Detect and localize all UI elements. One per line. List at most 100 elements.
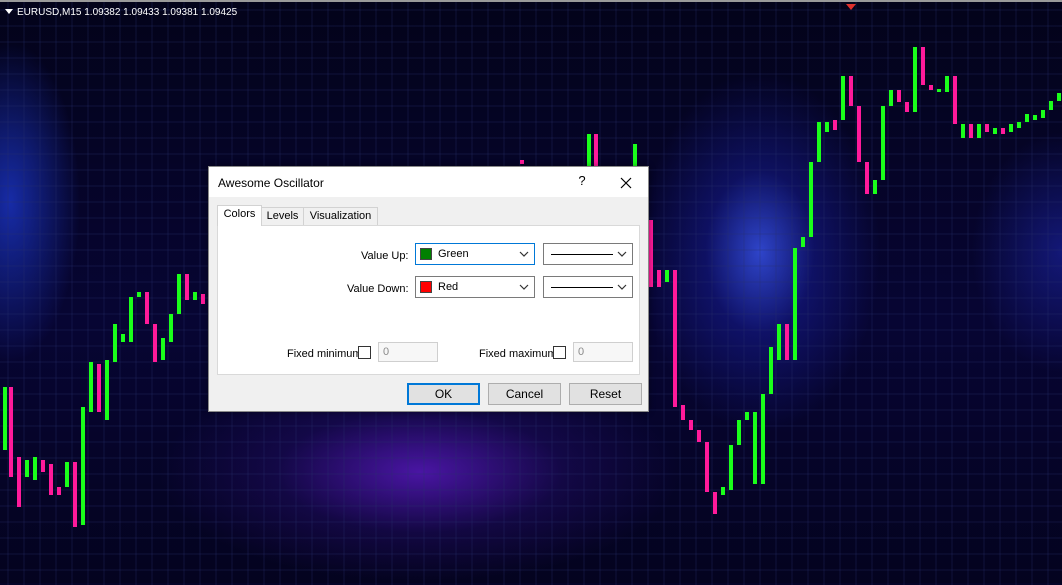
histogram-bar-up xyxy=(137,292,141,297)
reset-button[interactable]: Reset xyxy=(569,383,642,405)
histogram-bar-down xyxy=(41,460,45,472)
histogram-bar-down xyxy=(520,160,524,164)
histogram-bar-up xyxy=(817,122,821,162)
histogram-bar-down xyxy=(897,90,901,102)
histogram-bar-up xyxy=(961,124,965,138)
line-style-preview xyxy=(551,287,613,288)
histogram-bar-up xyxy=(753,412,757,484)
histogram-bar-up xyxy=(129,297,133,342)
histogram-bar-down xyxy=(681,405,685,420)
value-down-color-name: Red xyxy=(438,281,459,293)
histogram-bar-up xyxy=(793,248,797,360)
histogram-bar-up xyxy=(737,420,741,445)
value-down-color-select[interactable]: Red xyxy=(415,276,535,298)
histogram-bar-down xyxy=(201,294,205,304)
histogram-bar-down xyxy=(57,487,61,495)
histogram-bar-up xyxy=(1041,110,1045,118)
histogram-bar-down xyxy=(97,364,101,412)
histogram-bar-up xyxy=(769,347,773,394)
histogram-bar-up xyxy=(729,445,733,490)
histogram-bar-up xyxy=(89,362,93,412)
histogram-bar-up xyxy=(881,106,885,180)
histogram-bar-down xyxy=(985,124,989,132)
histogram-bar-down xyxy=(657,270,661,287)
histogram-bar-up xyxy=(937,89,941,92)
histogram-bar-up xyxy=(177,274,181,314)
histogram-bar-up xyxy=(809,162,813,237)
fixed-minimum-input[interactable]: 0 xyxy=(378,342,438,362)
histogram-bar-down xyxy=(649,220,653,287)
chevron-down-icon xyxy=(617,251,627,257)
histogram-bar-up xyxy=(841,76,845,120)
tab-colors[interactable]: Colors xyxy=(217,205,262,226)
histogram-bar-up xyxy=(1017,122,1021,128)
histogram-bar-up xyxy=(33,457,37,480)
histogram-bar-down xyxy=(713,492,717,514)
tab-levels[interactable]: Levels xyxy=(261,207,304,225)
histogram-bar-up xyxy=(1049,101,1053,110)
histogram-bar-down xyxy=(49,464,53,495)
histogram-bar-down xyxy=(929,85,933,90)
fixed-maximum-checkbox[interactable] xyxy=(553,346,566,359)
histogram-bar-up xyxy=(193,292,197,300)
histogram-bar-up xyxy=(873,180,877,194)
histogram-bar-up xyxy=(587,134,591,168)
histogram-bar-down xyxy=(1001,128,1005,134)
histogram-bar-down xyxy=(857,106,861,162)
histogram-bar-up xyxy=(745,412,749,420)
fixed-maximum-input[interactable]: 0 xyxy=(573,342,633,362)
fixed-minimum-label: Fixed minimum xyxy=(287,348,362,360)
histogram-bar-down xyxy=(953,76,957,124)
value-up-color-select[interactable]: Green xyxy=(415,243,535,265)
histogram-bar-down xyxy=(865,162,869,194)
histogram-bar-up xyxy=(825,122,829,132)
cancel-button[interactable]: Cancel xyxy=(488,383,561,405)
histogram-bar-up xyxy=(761,394,765,484)
histogram-bar-up xyxy=(25,460,29,477)
dialog-titlebar[interactable]: Awesome Oscillator ? xyxy=(209,167,648,197)
dropdown-triangle-icon[interactable] xyxy=(5,9,13,14)
histogram-bar-up xyxy=(889,90,893,106)
histogram-bar-down xyxy=(673,270,677,407)
histogram-bar-up xyxy=(945,76,949,92)
fixed-minimum-checkbox[interactable] xyxy=(358,346,371,359)
histogram-bar-down xyxy=(849,76,853,106)
histogram-bar-up xyxy=(665,270,669,282)
awesome-oscillator-dialog: Awesome Oscillator ? Colors Levels Visua… xyxy=(208,166,649,412)
histogram-bar-up xyxy=(161,338,165,360)
close-icon[interactable] xyxy=(615,172,637,194)
histogram-bar-up xyxy=(81,407,85,525)
fixed-maximum-label: Fixed maximum xyxy=(479,348,557,360)
histogram-bar-down xyxy=(921,47,925,85)
histogram-bar-up xyxy=(3,387,7,450)
tab-visualization[interactable]: Visualization xyxy=(303,207,378,225)
value-up-color-swatch xyxy=(420,248,432,260)
colors-panel: Value Up: Green Value Down: Red Fixed mi… xyxy=(217,225,640,375)
value-up-color-name: Green xyxy=(438,248,469,260)
histogram-bar-up xyxy=(801,237,805,247)
value-up-label: Value Up: xyxy=(361,250,409,262)
histogram-bar-down xyxy=(785,324,789,360)
histogram-bar-down xyxy=(969,124,973,138)
histogram-bar-up xyxy=(1025,114,1029,122)
value-up-line-style-select[interactable] xyxy=(543,243,633,265)
histogram-bar-down xyxy=(17,457,21,507)
histogram-bar-up xyxy=(105,360,109,420)
symbol-info: EURUSD,M15 1.09382 1.09433 1.09381 1.094… xyxy=(5,7,237,18)
shift-marker-icon[interactable] xyxy=(846,4,856,10)
histogram-bar-down xyxy=(145,292,149,324)
histogram-bar-up xyxy=(1057,93,1061,101)
value-down-line-style-select[interactable] xyxy=(543,276,633,298)
help-button[interactable]: ? xyxy=(575,173,589,188)
histogram-bar-up xyxy=(113,324,117,362)
histogram-bar-down xyxy=(153,324,157,362)
histogram-bar-down xyxy=(594,134,598,168)
ok-button[interactable]: OK xyxy=(407,383,480,405)
histogram-bar-up xyxy=(977,124,981,138)
histogram-bar-down xyxy=(185,274,189,300)
dialog-title: Awesome Oscillator xyxy=(218,176,324,190)
histogram-bar-up xyxy=(777,324,781,360)
histogram-bar-up xyxy=(169,314,173,342)
histogram-bar-up xyxy=(65,462,69,487)
histogram-bar-down xyxy=(697,430,701,442)
